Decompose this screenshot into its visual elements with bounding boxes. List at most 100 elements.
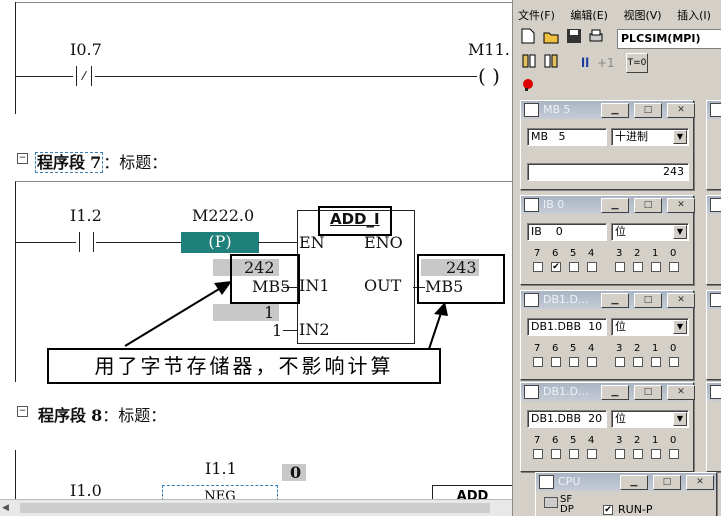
bit-checkbox[interactable] [633,449,643,459]
bit-checkbox[interactable] [587,262,597,272]
menu-insert[interactable]: 插入(I) [677,9,711,22]
network8-title[interactable]: 程序段 8：标题： [38,402,166,426]
bit-checkbox[interactable] [569,357,579,367]
mb-format-select[interactable]: 十进制 ▼ [611,128,689,146]
close-icon[interactable]: ✕ [667,293,695,308]
mb-window[interactable]: MB 5 ▁ □ ✕ MB 5 十进制 ▼ 243 [520,100,695,190]
bit-checkbox[interactable] [533,449,543,459]
bit-checkbox[interactable] [651,449,661,459]
ib-format-select[interactable]: 位 ▼ [611,223,689,241]
new-icon[interactable] [521,28,539,46]
cpu-window[interactable]: CPU ▁ □ ✕ SF DP ✔ RUN-P [535,472,717,516]
db10-addr: DB1.DBB [531,320,582,333]
bit-checkbox[interactable] [669,449,679,459]
pause-icon[interactable]: ll [581,56,589,70]
db20-addr-num: 20 [588,412,603,425]
bit-checkbox[interactable] [615,449,625,459]
horizontal-scrollbar[interactable]: ◀ [0,499,512,516]
minimize-icon[interactable]: ▁ [601,103,629,118]
dp-label: DP [560,504,574,515]
runp-checkbox[interactable]: ✔ [603,505,613,515]
bit-checkbox[interactable] [533,357,543,367]
bit-label: 3 [616,435,623,446]
maximize-icon[interactable]: □ [634,103,662,118]
scrollbar-thumb[interactable] [20,503,490,513]
window-icon [710,198,721,212]
close-icon[interactable]: ✕ [686,475,714,490]
bit-checkbox[interactable] [651,357,661,367]
open-icon[interactable] [543,28,561,46]
bit-checkbox[interactable] [651,262,661,272]
plcsim-window[interactable]: 文件(F) 编辑(E) 视图(V) 插入(I) PLCSIM(MPI) ll +… [512,0,721,516]
bit-checkbox[interactable] [551,357,561,367]
partial-window[interactable] [706,382,721,472]
scan-icon[interactable] [543,53,561,71]
dropdown-arrow-icon[interactable]: ▼ [673,320,687,334]
dropdown-arrow-icon[interactable]: ▼ [673,412,687,426]
maximize-icon[interactable]: □ [653,475,681,490]
t0-button[interactable]: T=0 [626,53,648,73]
minimize-icon[interactable]: ▁ [601,293,629,308]
mb-value-field[interactable]: 243 [527,163,689,181]
menu-file[interactable]: 文件(F) [518,9,555,22]
save-icon[interactable] [566,28,584,46]
dropdown-arrow-icon[interactable]: ▼ [673,225,687,239]
bit-checkbox[interactable] [615,262,625,272]
db20-addr: DB1.DBB [531,412,582,425]
bit-checkbox[interactable] [587,357,597,367]
menu-edit[interactable]: 编辑(E) [570,9,608,22]
bit-checkbox[interactable] [533,262,543,272]
menu-bar: 文件(F) 编辑(E) 视图(V) 插入(I) [518,7,721,23]
ib-window-title: IB 0 [543,198,565,211]
bit-checkbox[interactable] [669,262,679,272]
minimize-icon[interactable]: ▁ [620,475,648,490]
db20-window[interactable]: DB1.D... ▁ □ ✕ DB1.DBB 20 位 ▼ 76543210 [520,382,695,472]
bit-checkbox[interactable] [633,262,643,272]
interface-field[interactable]: PLCSIM(MPI) [617,29,721,49]
dropdown-arrow-icon[interactable]: ▼ [673,130,687,144]
print-icon[interactable] [588,28,606,46]
collapse-network8-icon[interactable]: − [17,406,28,417]
mb-addr: MB [531,130,549,143]
bit-label: 1 [652,343,659,354]
bit-checkbox[interactable]: ✔ [551,262,561,272]
mb-addr-num: 5 [558,130,566,143]
db10-window[interactable]: DB1.D... ▁ □ ✕ DB1.DBB 10 位 ▼ 76543210 [520,290,695,380]
close-icon[interactable]: ✕ [667,103,695,118]
db10-addr-num: 10 [588,320,603,333]
db10-format-select[interactable]: 位 ▼ [611,318,689,336]
bit-checkbox[interactable] [669,357,679,367]
partial-window[interactable] [706,290,721,380]
db10-address-field[interactable]: DB1.DBB 10 [527,318,607,336]
bit-checkbox[interactable] [569,262,579,272]
maximize-icon[interactable]: □ [634,198,662,213]
bit-checkbox[interactable] [587,449,597,459]
minimize-icon[interactable]: ▁ [601,198,629,213]
scroll-left-icon[interactable]: ◀ [2,503,9,513]
bit-label: 0 [670,248,677,259]
partial-window[interactable] [706,100,721,190]
minimize-icon[interactable]: ▁ [601,385,629,400]
close-icon[interactable]: ✕ [667,198,695,213]
maximize-icon[interactable]: □ [634,385,662,400]
ib-window[interactable]: IB 0 ▁ □ ✕ IB 0 位 ▼ 7 6 ✔ 5 4 3 2 1 0 [520,195,695,285]
db20-format: 位 [615,412,626,425]
ladder-editor[interactable]: I0.7 M11. ( ) − 程序段 7 ：标题： I1.2 M222.0 (P… [0,0,512,516]
close-icon[interactable]: ✕ [667,385,695,400]
menu-view[interactable]: 视图(V) [623,9,661,22]
maximize-icon[interactable]: □ [634,293,662,308]
plus-one-button[interactable]: +1 [597,56,615,70]
annotation-callout: 用了字节存储器，不影响计算 [47,348,441,384]
bit-checkbox[interactable] [633,357,643,367]
bit-checkbox[interactable] [551,449,561,459]
bit-checkbox[interactable] [569,449,579,459]
network8-title-suffix: ：标题： [102,406,167,425]
mb-address-field[interactable]: MB 5 [527,128,607,146]
bit-checkbox[interactable] [615,357,625,367]
db20-address-field[interactable]: DB1.DBB 20 [527,410,607,428]
step-icon[interactable] [521,53,539,71]
partial-window[interactable] [706,195,721,285]
db20-format-select[interactable]: 位 ▼ [611,410,689,428]
ib-address-field[interactable]: IB 0 [527,223,607,241]
record-icon[interactable] [521,78,535,95]
